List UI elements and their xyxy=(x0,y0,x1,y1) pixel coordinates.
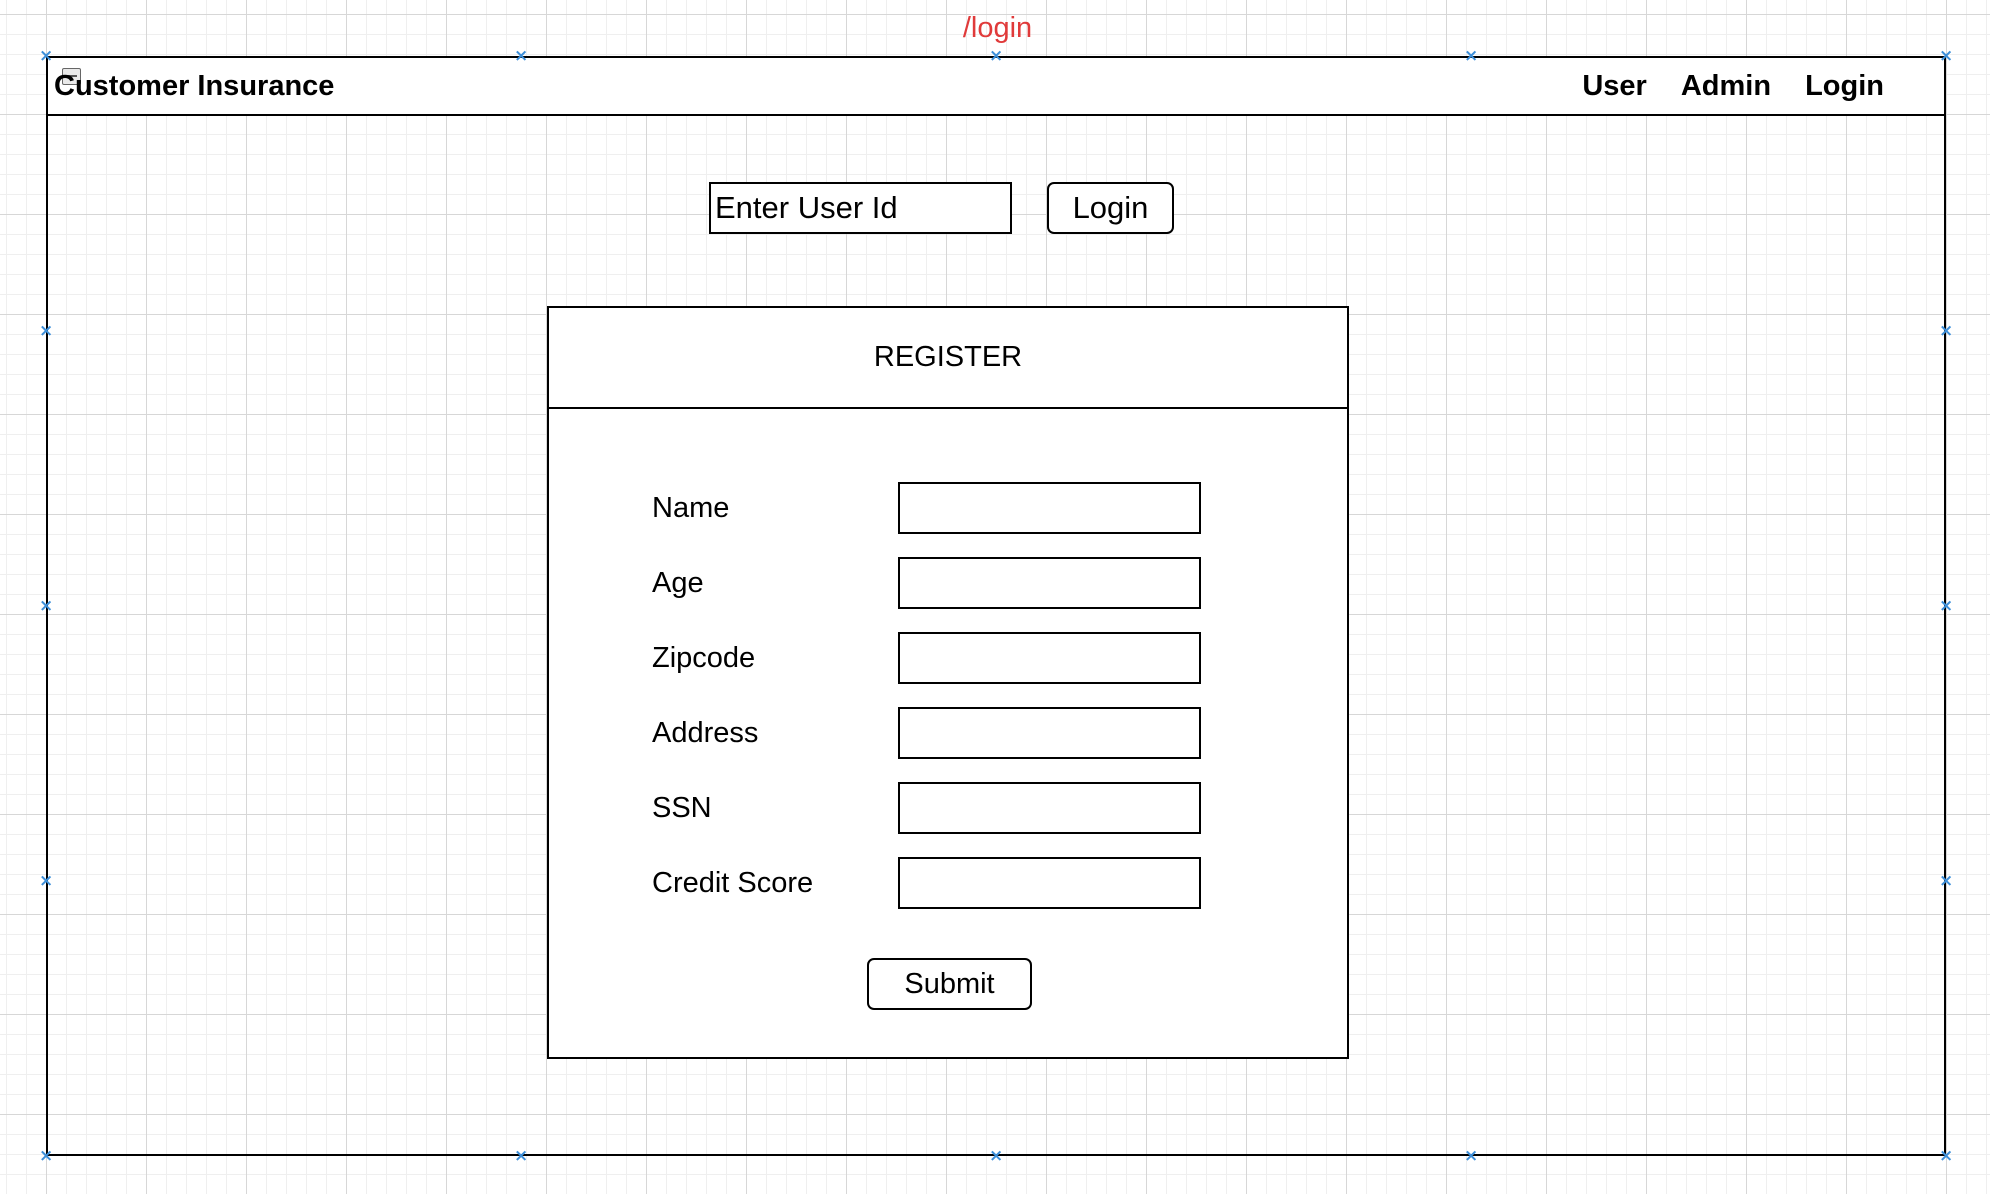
submit-button[interactable]: Submit xyxy=(867,958,1032,1010)
x-mark-icon[interactable]: × xyxy=(514,48,528,65)
x-mark-icon[interactable]: × xyxy=(39,1148,53,1165)
x-mark-icon[interactable]: × xyxy=(1939,1148,1953,1165)
nav-link-admin[interactable]: Admin xyxy=(1681,70,1771,103)
credit-score-label: Credit Score xyxy=(652,867,814,899)
x-mark-icon[interactable]: × xyxy=(1464,48,1478,65)
x-mark-icon[interactable]: × xyxy=(39,873,53,890)
nav-link-login[interactable]: Login xyxy=(1805,70,1884,103)
name-label: Name xyxy=(652,492,730,524)
ssn-field[interactable] xyxy=(898,782,1201,834)
x-mark-icon[interactable]: × xyxy=(989,48,1003,65)
login-button[interactable]: Login xyxy=(1047,182,1174,234)
x-mark-icon[interactable]: × xyxy=(1464,1148,1478,1165)
x-mark-icon[interactable]: × xyxy=(1939,48,1953,65)
user-id-input[interactable] xyxy=(709,182,1012,234)
x-mark-icon[interactable]: × xyxy=(39,598,53,615)
name-field[interactable] xyxy=(898,482,1201,534)
zipcode-field[interactable] xyxy=(898,632,1201,684)
zipcode-label: Zipcode xyxy=(652,642,756,674)
x-mark-icon[interactable]: × xyxy=(1939,873,1953,890)
register-panel: REGISTER Name Age Zipcode Address SSN Cr… xyxy=(547,306,1349,1059)
x-mark-icon[interactable]: × xyxy=(514,1148,528,1165)
x-mark-icon[interactable]: × xyxy=(1939,598,1953,615)
x-mark-icon[interactable]: × xyxy=(39,48,53,65)
x-mark-icon[interactable]: × xyxy=(39,323,53,340)
x-mark-icon[interactable]: × xyxy=(1939,323,1953,340)
brand-title: Customer Insurance xyxy=(54,70,335,102)
ssn-label: SSN xyxy=(652,792,712,824)
nav-links: User Admin Login xyxy=(1582,70,1884,103)
age-label: Age xyxy=(652,567,704,599)
age-field[interactable] xyxy=(898,557,1201,609)
credit-score-field[interactable] xyxy=(898,857,1201,909)
x-mark-icon[interactable]: × xyxy=(989,1148,1003,1165)
route-label: /login xyxy=(962,12,1033,44)
register-title: REGISTER xyxy=(549,308,1347,409)
nav-link-user[interactable]: User xyxy=(1582,70,1647,103)
address-field[interactable] xyxy=(898,707,1201,759)
address-label: Address xyxy=(652,717,759,749)
